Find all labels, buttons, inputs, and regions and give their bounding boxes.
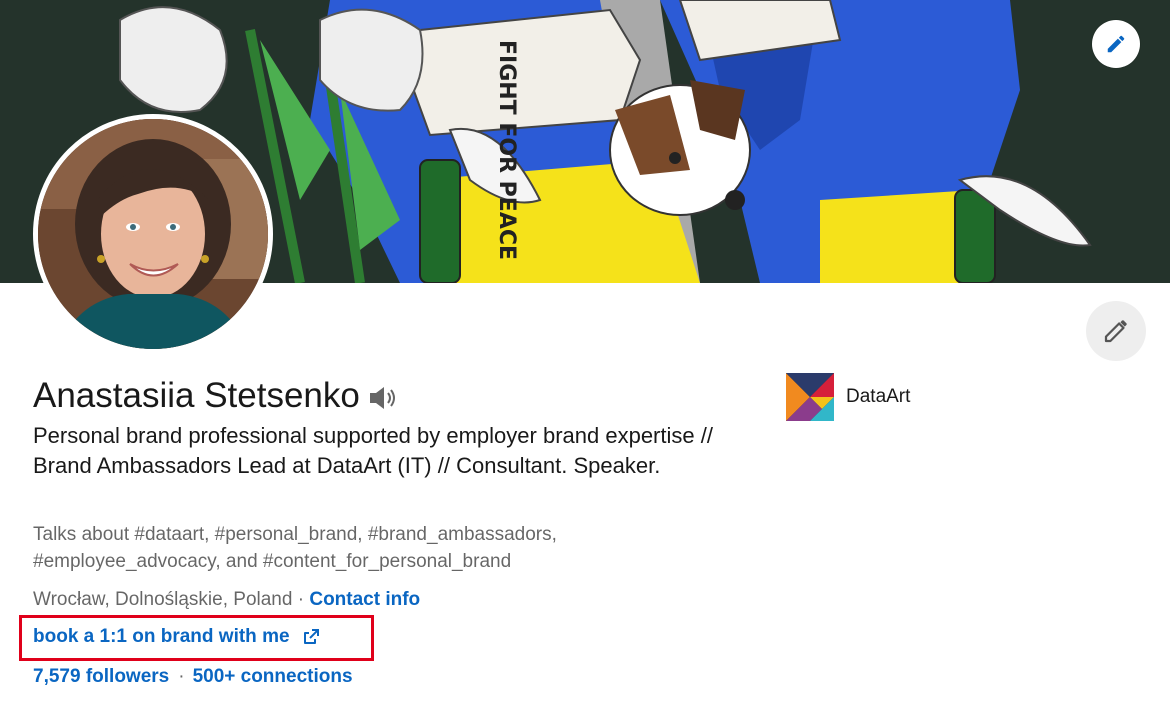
contact-info-link[interactable]: Contact info <box>309 589 420 610</box>
profile-name: Anastasiia Stetsenko <box>33 376 360 415</box>
profile-photo[interactable] <box>33 114 273 354</box>
location-row: Wrocław, Dolnośląskie, Poland · Contact … <box>33 587 420 613</box>
location-text: Wrocław, Dolnośląskie, Poland <box>33 589 293 610</box>
website-link-label: book a 1:1 on brand with me <box>33 626 290 647</box>
pencil-icon <box>1104 320 1127 343</box>
pencil-icon <box>1107 35 1125 53</box>
edit-profile-intro-button[interactable] <box>1086 301 1146 361</box>
network-separator: · <box>178 666 185 687</box>
connections-link[interactable]: 500+ connections <box>193 666 353 687</box>
profile-headline: Personal brand professional supported by… <box>33 423 713 478</box>
name-row: Anastasiia Stetsenko <box>33 376 400 416</box>
external-link-icon <box>301 627 321 647</box>
speaker-icon <box>369 387 395 409</box>
company-name: DataArt <box>846 386 911 407</box>
talks-about-hashtags: Talks about #dataart, #personal_brand, #… <box>33 524 557 572</box>
network-row: 7,579 followers · 500+ connections <box>33 664 353 690</box>
avatar-image <box>38 119 268 349</box>
svg-text:FIGHT FOR PEACE: FIGHT FOR PEACE <box>494 40 519 260</box>
dataart-logo <box>786 373 834 421</box>
name-pronunciation-button[interactable] <box>368 384 400 412</box>
edit-banner-button[interactable] <box>1092 20 1140 68</box>
followers-link[interactable]: 7,579 followers <box>33 666 169 687</box>
current-company[interactable]: DataArt <box>786 373 910 421</box>
website-link[interactable]: book a 1:1 on brand with me <box>33 624 321 650</box>
location-separator: · <box>292 589 310 610</box>
